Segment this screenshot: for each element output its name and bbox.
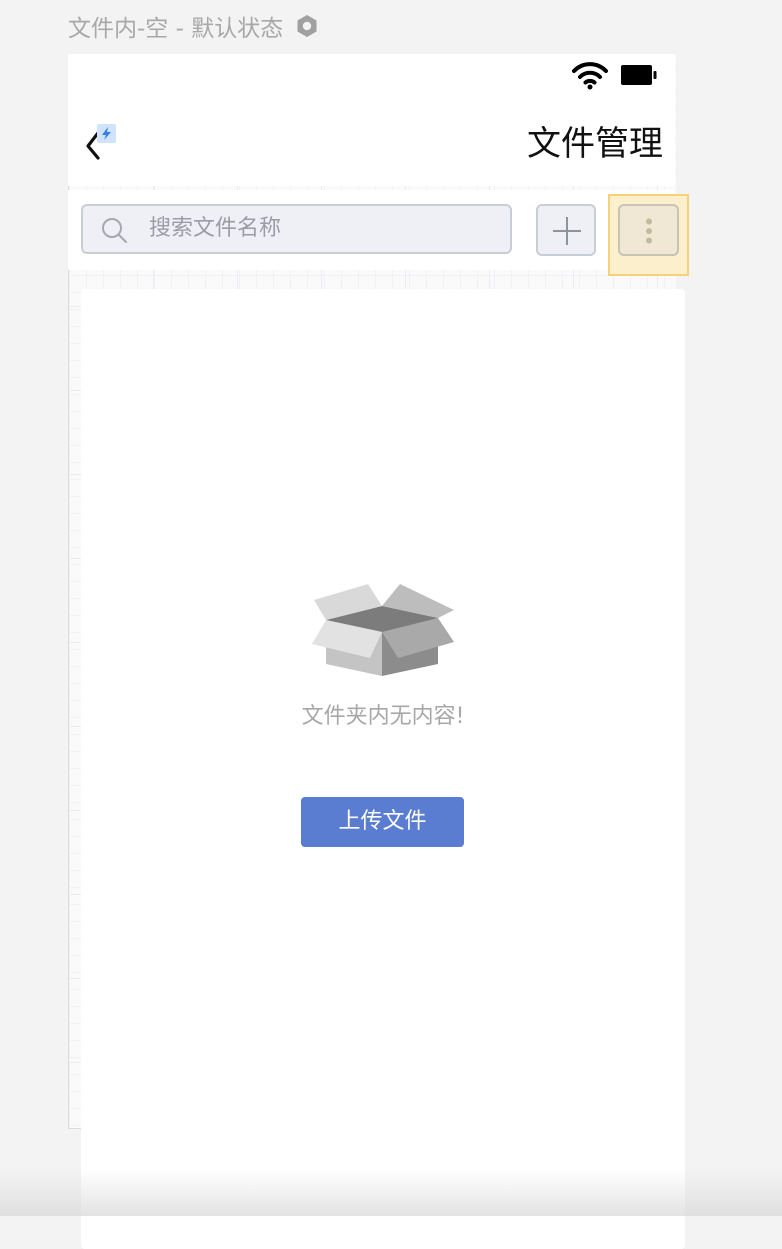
toolbar: 搜索文件名称 — [68, 190, 675, 270]
status-bar — [68, 54, 675, 96]
hexagon-settings-icon — [297, 15, 317, 37]
nav-bar: 文件管理 — [68, 96, 675, 186]
empty-box-icon — [312, 584, 454, 676]
back-button[interactable] — [76, 122, 116, 162]
empty-message: 文件夹内无内容! — [301, 704, 465, 729]
more-options-button[interactable] — [618, 204, 679, 256]
content-area — [81, 289, 685, 1249]
upload-file-button[interactable]: 上传文件 — [301, 797, 464, 847]
plus-icon — [553, 217, 581, 245]
wifi-icon — [572, 62, 608, 90]
search-placeholder: 搜索文件名称 — [149, 216, 282, 241]
bottom-fade — [0, 1170, 782, 1216]
page-title: 文件管理 — [527, 124, 663, 164]
page-caption-text: 文件内-空 - 默认状态 — [68, 16, 284, 42]
search-input[interactable]: 搜索文件名称 — [81, 204, 512, 254]
battery-icon — [621, 65, 657, 85]
page-caption: 文件内-空 - 默认状态 — [68, 9, 319, 43]
vertical-ellipsis-icon — [646, 218, 652, 244]
search-icon — [102, 218, 127, 243]
add-button[interactable] — [536, 204, 596, 256]
